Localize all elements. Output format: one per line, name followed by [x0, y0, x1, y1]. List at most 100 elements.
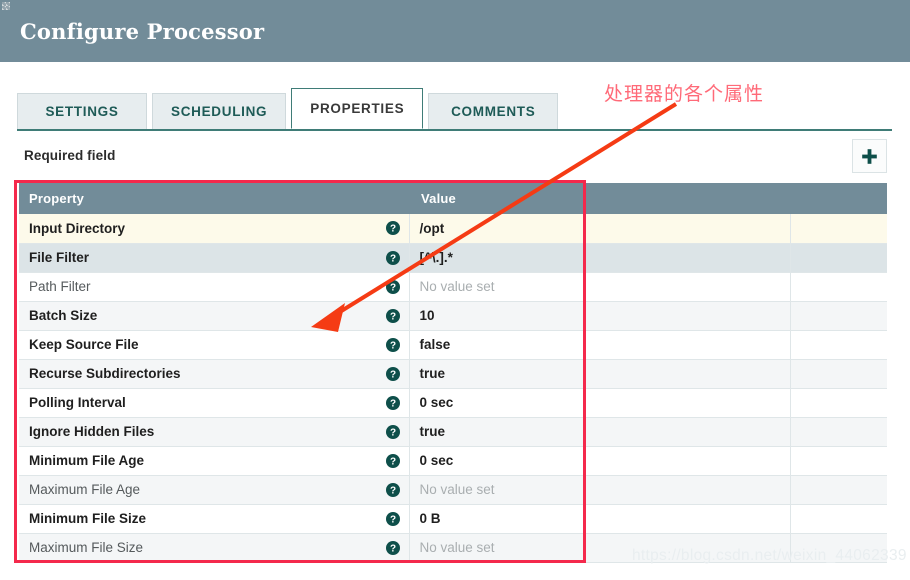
- svg-text:?: ?: [389, 369, 395, 380]
- svg-text:?: ?: [389, 514, 395, 525]
- question-mark-icon[interactable]: ?: [385, 366, 400, 381]
- property-name-wrapper: Minimum File Size?: [29, 511, 409, 526]
- property-name-wrapper: Maximum File Size?: [29, 540, 409, 555]
- property-value-placeholder: No value set: [419, 540, 495, 555]
- question-mark-icon[interactable]: ?: [385, 540, 400, 555]
- question-mark-icon[interactable]: ?: [385, 453, 400, 468]
- question-mark-icon[interactable]: ?: [385, 337, 400, 352]
- svg-text:?: ?: [389, 427, 395, 438]
- table-row[interactable]: File Filter? [^\.].*: [19, 243, 887, 273]
- watermark: https://blog.csdn.net/weixin_44062339: [632, 547, 907, 564]
- question-mark-icon[interactable]: ?: [385, 424, 400, 439]
- property-name-label: Polling Interval: [29, 395, 126, 410]
- property-value-label: [^\.].*: [419, 250, 453, 265]
- property-name-cell[interactable]: Maximum File Age?: [19, 475, 409, 505]
- property-name-cell[interactable]: Batch Size?: [19, 301, 409, 331]
- table-row[interactable]: Polling Interval? 0 sec: [19, 388, 887, 418]
- property-value-cell[interactable]: true: [408, 359, 790, 389]
- property-name-cell[interactable]: Minimum File Age?: [19, 446, 409, 476]
- question-mark-icon[interactable]: ?: [385, 395, 400, 410]
- property-name-label: Recurse Subdirectories: [29, 366, 181, 381]
- property-name-wrapper: Keep Source File?: [29, 337, 409, 352]
- svg-text:?: ?: [389, 311, 395, 322]
- property-name-wrapper: Input Directory?: [29, 221, 409, 236]
- table-row[interactable]: Minimum File Age? 0 sec: [19, 446, 887, 476]
- property-name-label: Minimum File Age: [29, 453, 145, 468]
- svg-text:?: ?: [389, 485, 395, 496]
- property-value-cell[interactable]: 0 sec: [408, 388, 790, 418]
- property-value-cell[interactable]: No value set: [408, 475, 790, 505]
- table-row[interactable]: Recurse Subdirectories? true: [19, 359, 887, 389]
- property-value-cell[interactable]: 0 B: [408, 504, 790, 534]
- property-value-cell[interactable]: No value set: [408, 272, 790, 302]
- svg-text:?: ?: [389, 224, 395, 235]
- property-name-wrapper: Polling Interval?: [29, 395, 409, 410]
- property-value-cell[interactable]: false: [408, 330, 790, 360]
- row-actions-cell: [789, 417, 887, 447]
- property-name-label: Input Directory: [29, 220, 126, 236]
- property-name-cell[interactable]: Polling Interval?: [19, 388, 409, 418]
- svg-text:?: ?: [389, 543, 395, 554]
- property-name-cell[interactable]: Minimum File Size?: [19, 504, 409, 534]
- property-name-wrapper: Batch Size?: [29, 308, 409, 323]
- column-header-value: Value: [409, 183, 790, 214]
- property-name-label: Batch Size: [29, 308, 98, 323]
- property-name-cell[interactable]: Maximum File Size?: [19, 533, 409, 563]
- property-name-label: Ignore Hidden Files: [29, 424, 155, 439]
- tab-properties[interactable]: PROPERTIES: [291, 88, 424, 129]
- property-name-cell[interactable]: Keep Source File?: [19, 330, 409, 360]
- row-actions-cell: [789, 272, 887, 302]
- property-value-cell[interactable]: /opt: [408, 214, 790, 244]
- property-value-cell[interactable]: 10: [408, 301, 790, 331]
- question-mark-icon[interactable]: ?: [385, 511, 400, 526]
- table-row[interactable]: Maximum File Age? No value set: [19, 475, 887, 505]
- table-row[interactable]: Input Directory? /opt: [19, 214, 887, 244]
- row-actions-cell: [789, 214, 887, 244]
- corner-artifact-icon: [2, 2, 10, 10]
- property-name-cell[interactable]: Input Directory?: [19, 214, 409, 244]
- row-actions-cell: [789, 388, 887, 418]
- question-mark-icon[interactable]: ?: [385, 221, 400, 236]
- row-actions-cell: [789, 301, 887, 331]
- tab-label: COMMENTS: [451, 104, 536, 119]
- row-actions-cell: [789, 446, 887, 476]
- property-name-label: Path Filter: [29, 279, 91, 294]
- tab-underline: [17, 129, 892, 131]
- required-field-label: Required field: [24, 148, 116, 163]
- question-mark-icon[interactable]: ?: [385, 308, 400, 323]
- property-value-cell[interactable]: [^\.].*: [408, 243, 790, 273]
- table-row[interactable]: Keep Source File? false: [19, 330, 887, 360]
- tab-label: SCHEDULING: [171, 104, 268, 119]
- property-value-label: 0 B: [419, 511, 441, 526]
- add-property-button[interactable]: [852, 139, 887, 173]
- property-value-cell[interactable]: 0 sec: [408, 446, 790, 476]
- question-mark-icon[interactable]: ?: [385, 250, 400, 265]
- table-row[interactable]: Path Filter? No value set: [19, 272, 887, 302]
- dialog-titlebar: Configure Processor: [0, 0, 910, 62]
- table-row[interactable]: Batch Size? 10: [19, 301, 887, 331]
- property-name-wrapper: Maximum File Age?: [29, 482, 409, 497]
- property-name-label: Maximum File Size: [29, 540, 144, 555]
- property-value-cell[interactable]: true: [408, 417, 790, 447]
- property-name-wrapper: Minimum File Age?: [29, 453, 409, 468]
- tab-scheduling[interactable]: SCHEDULING: [152, 93, 287, 129]
- property-name-cell[interactable]: Path Filter?: [19, 272, 409, 302]
- tab-label: PROPERTIES: [310, 101, 405, 116]
- svg-text:?: ?: [389, 456, 395, 467]
- property-name-wrapper: Recurse Subdirectories?: [29, 366, 409, 381]
- property-name-cell[interactable]: Recurse Subdirectories?: [19, 359, 409, 389]
- question-mark-icon[interactable]: ?: [385, 482, 400, 497]
- table-header-row: Property Value: [19, 183, 887, 214]
- property-name-label: Minimum File Size: [29, 511, 147, 526]
- tab-settings[interactable]: SETTINGS: [17, 93, 147, 129]
- property-name-label: Maximum File Age: [29, 482, 141, 497]
- annotation-callout-text: 处理器的各个属性: [604, 83, 765, 105]
- tab-comments[interactable]: COMMENTS: [428, 93, 559, 129]
- table-row[interactable]: Minimum File Size? 0 B: [19, 504, 887, 534]
- property-value-label: true: [419, 366, 446, 381]
- row-actions-cell: [789, 330, 887, 360]
- property-name-cell[interactable]: File Filter?: [19, 243, 409, 273]
- table-row[interactable]: Ignore Hidden Files? true: [19, 417, 887, 447]
- question-mark-icon[interactable]: ?: [385, 279, 400, 294]
- property-name-cell[interactable]: Ignore Hidden Files?: [19, 417, 409, 447]
